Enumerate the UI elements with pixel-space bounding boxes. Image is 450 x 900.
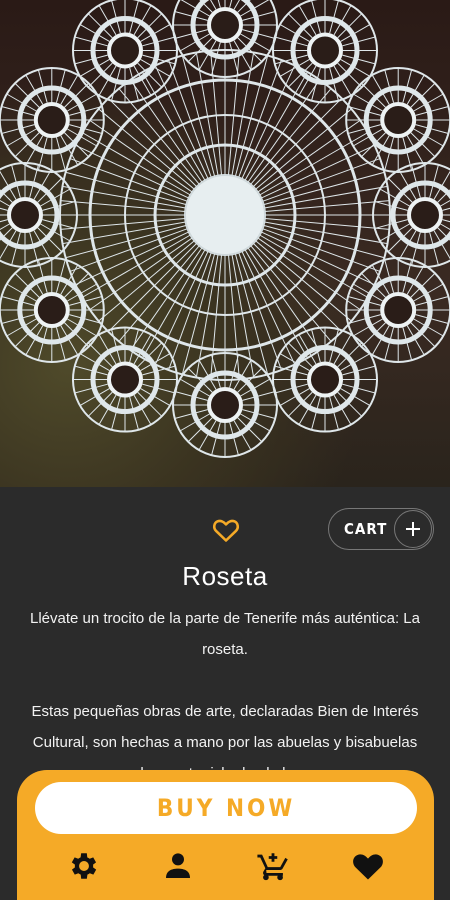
product-image: [0, 0, 450, 487]
bottom-nav: [17, 848, 434, 888]
nav-favorites[interactable]: [350, 848, 386, 884]
nav-settings[interactable]: [66, 848, 102, 884]
add-to-cart-button[interactable]: CART: [328, 508, 434, 550]
plus-icon[interactable]: [394, 510, 432, 548]
heart-icon: [353, 854, 383, 880]
description-paragraph: Llévate un trocito de la parte de Teneri…: [30, 610, 420, 658]
favorite-button[interactable]: [212, 517, 240, 543]
cart-label: CART: [344, 520, 388, 538]
doily-illustration: [0, 0, 450, 458]
bottom-action-bar: BUY NOW: [17, 770, 434, 900]
nav-cart[interactable]: [255, 848, 291, 884]
buy-now-button[interactable]: BUY NOW: [35, 782, 417, 834]
person-icon: [166, 853, 190, 878]
product-title: Roseta: [182, 561, 268, 591]
cart-icon: [257, 853, 288, 881]
heart-outline-icon: [212, 519, 240, 542]
gear-icon: [71, 853, 97, 879]
nav-profile[interactable]: [160, 848, 196, 884]
